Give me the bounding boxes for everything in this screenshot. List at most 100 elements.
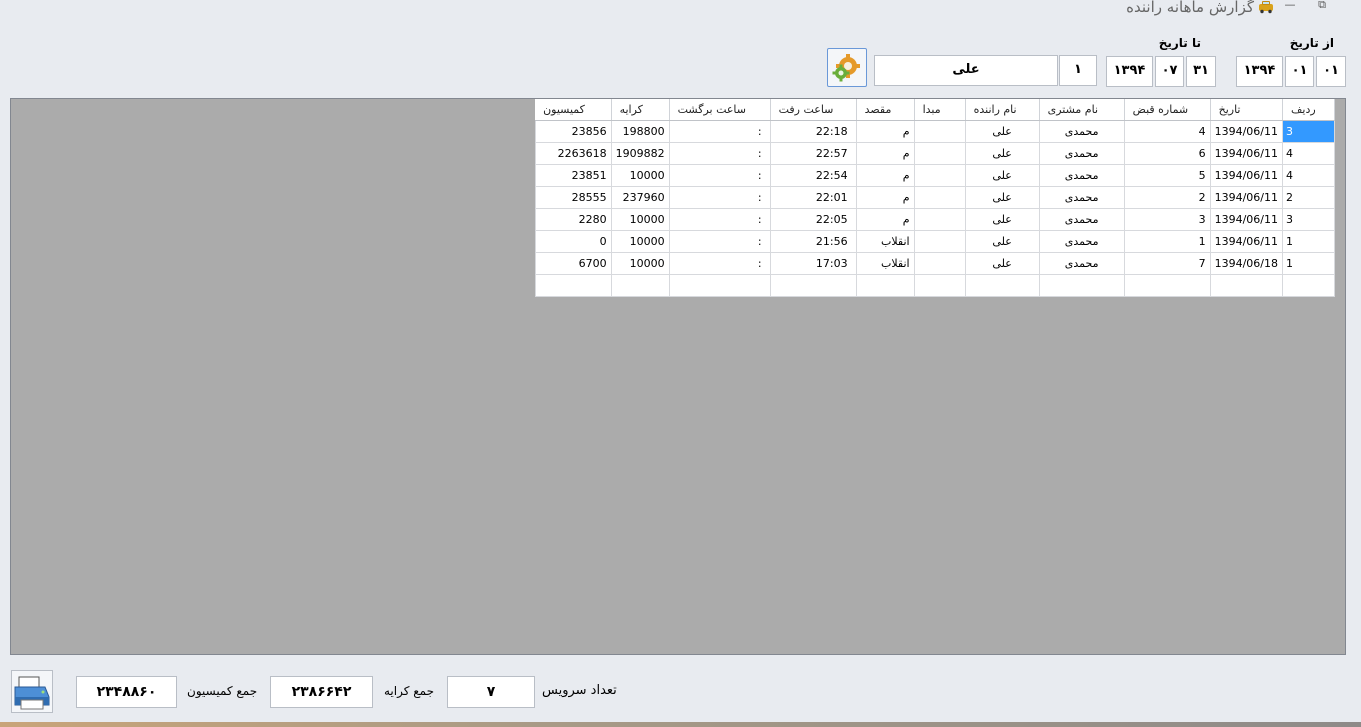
cell-depart-time[interactable]: 22:57 [769, 141, 857, 165]
from-day-field[interactable]: ۰۱ [1316, 56, 1346, 87]
run-report-button[interactable] [827, 48, 867, 87]
cell-fare[interactable]: 10000 [610, 163, 670, 187]
cell-customer[interactable]: محمدی [1038, 119, 1125, 143]
cell-return-time[interactable]: : [668, 185, 771, 209]
empty-cell-driver[interactable] [964, 273, 1040, 297]
cell-commission[interactable]: 28555 [534, 185, 612, 209]
cell-driver[interactable]: علی [964, 163, 1040, 187]
table-row[interactable]: 2 1394/06/11 2 محمدی علی م 22:01:237960 28555 [534, 185, 1335, 209]
cell-commission[interactable]: 2280 [534, 207, 612, 231]
cell-date[interactable]: 1394/06/11 [1209, 207, 1284, 231]
col-header-driver[interactable]: نام راننده [965, 99, 1040, 121]
table-row[interactable]: 4 1394/06/11 6 محمدی علی م 22:57:1909882 226361… [534, 141, 1335, 165]
cell-date[interactable]: 1394/06/11 [1209, 185, 1284, 209]
cell-return-time[interactable]: : [668, 251, 771, 275]
cell-fare[interactable]: 198800 [610, 119, 670, 143]
cell-row-number[interactable]: 4 [1282, 141, 1335, 165]
cell-destination[interactable]: م [855, 185, 915, 209]
driver-code-field[interactable]: ۱ [1059, 55, 1097, 86]
table-row[interactable]: 1 1394/06/11 1 محمدی علی انقلاب 21:56:10000 0 [534, 229, 1335, 253]
cell-receipt[interactable]: 7 [1123, 251, 1211, 275]
cell-date[interactable]: 1394/06/11 [1209, 141, 1284, 165]
restore-button[interactable]: ⧉ [1311, 0, 1333, 12]
cell-receipt[interactable]: 1 [1123, 229, 1211, 253]
col-header-return-time[interactable]: ساعت برگشت [669, 99, 771, 121]
cell-date[interactable]: 1394/06/11 [1209, 163, 1284, 187]
cell-receipt[interactable]: 4 [1123, 119, 1211, 143]
cell-fare[interactable]: 1909882 [610, 141, 670, 165]
col-header-receipt[interactable]: شماره قبض [1124, 99, 1211, 121]
cell-driver[interactable]: علی [964, 185, 1040, 209]
cell-driver[interactable]: علی [964, 141, 1040, 165]
cell-driver[interactable]: علی [964, 229, 1040, 253]
driver-name-field[interactable]: علی [874, 55, 1058, 86]
cell-destination[interactable]: م [855, 141, 915, 165]
cell-commission[interactable]: 0 [534, 229, 612, 253]
col-header-date[interactable]: تاریخ [1210, 99, 1284, 121]
cell-destination[interactable]: م [855, 119, 915, 143]
cell-return-time[interactable]: : [668, 207, 771, 231]
cell-row-number[interactable]: 1 [1282, 229, 1335, 253]
cell-origin[interactable] [913, 119, 966, 143]
empty-cell-date[interactable] [1209, 273, 1284, 297]
cell-origin[interactable] [913, 207, 966, 231]
minimize-button[interactable]: — [1279, 0, 1301, 12]
cell-destination[interactable]: م [855, 163, 915, 187]
empty-cell-commission[interactable] [534, 273, 612, 297]
cell-row-number[interactable]: 3 [1282, 119, 1335, 143]
table-row[interactable]: 1 1394/06/18 7 محمدی علی انقلاب 17:03:10000 670… [534, 251, 1335, 275]
cell-date[interactable]: 1394/06/11 [1209, 229, 1284, 253]
cell-origin[interactable] [913, 185, 966, 209]
empty-cell-row-number[interactable] [1282, 273, 1335, 297]
empty-cell-customer[interactable] [1038, 273, 1125, 297]
cell-depart-time[interactable]: 21:56 [769, 229, 857, 253]
empty-cell-destination[interactable] [855, 273, 915, 297]
cell-depart-time[interactable]: 17:03 [769, 251, 857, 275]
cell-depart-time[interactable]: 22:18 [769, 119, 857, 143]
cell-row-number[interactable]: 3 [1282, 207, 1335, 231]
cell-fare[interactable]: 237960 [610, 185, 670, 209]
cell-receipt[interactable]: 2 [1123, 185, 1211, 209]
cell-receipt[interactable]: 6 [1123, 141, 1211, 165]
cell-customer[interactable]: محمدی [1038, 163, 1125, 187]
col-header-fare[interactable]: کرایه [611, 99, 670, 121]
from-month-field[interactable]: ۰۱ [1285, 56, 1314, 87]
cell-driver[interactable]: علی [964, 119, 1040, 143]
col-header-row-number[interactable]: ردیف [1282, 99, 1335, 121]
col-header-commission[interactable]: کمیسیون [535, 99, 612, 121]
cell-return-time[interactable]: : [668, 141, 771, 165]
to-month-field[interactable]: ۰۷ [1155, 56, 1184, 87]
print-button[interactable] [11, 670, 53, 713]
empty-cell-receipt[interactable] [1123, 273, 1211, 297]
cell-customer[interactable]: محمدی [1038, 251, 1125, 275]
cell-commission[interactable]: 6700 [534, 251, 612, 275]
cell-date[interactable]: 1394/06/18 [1209, 251, 1284, 275]
col-header-depart-time[interactable]: ساعت رفت [770, 99, 857, 121]
from-year-field[interactable]: ۱۳۹۴ [1236, 56, 1283, 87]
empty-cell-origin[interactable] [913, 273, 966, 297]
cell-destination[interactable]: انقلاب [855, 229, 915, 253]
empty-cell-depart-time[interactable] [769, 273, 857, 297]
cell-origin[interactable] [913, 229, 966, 253]
to-day-field[interactable]: ۳۱ [1186, 56, 1216, 87]
empty-cell-fare[interactable] [610, 273, 670, 297]
col-header-customer[interactable]: نام مشتری [1039, 99, 1125, 121]
cell-commission[interactable]: 23856 [534, 119, 612, 143]
cell-return-time[interactable]: : [668, 163, 771, 187]
cell-fare[interactable]: 10000 [610, 251, 670, 275]
cell-destination[interactable]: م [855, 207, 915, 231]
cell-origin[interactable] [913, 163, 966, 187]
col-header-destination[interactable]: مقصد [856, 99, 915, 121]
cell-origin[interactable] [913, 251, 966, 275]
cell-receipt[interactable]: 3 [1123, 207, 1211, 231]
cell-row-number[interactable]: 2 [1282, 185, 1335, 209]
cell-origin[interactable] [913, 141, 966, 165]
cell-destination[interactable]: انقلاب [855, 251, 915, 275]
cell-depart-time[interactable]: 22:01 [769, 185, 857, 209]
cell-receipt[interactable]: 5 [1123, 163, 1211, 187]
table-row[interactable]: 3 1394/06/11 4 محمدی علی م 22:18:198800 23856 [534, 119, 1335, 143]
cell-row-number[interactable]: 1 [1282, 251, 1335, 275]
cell-date[interactable]: 1394/06/11 [1209, 119, 1284, 143]
cell-commission[interactable]: 23851 [534, 163, 612, 187]
table-row[interactable]: 3 1394/06/11 3 محمدی علی م 22:05:10000 2280 [534, 207, 1335, 231]
